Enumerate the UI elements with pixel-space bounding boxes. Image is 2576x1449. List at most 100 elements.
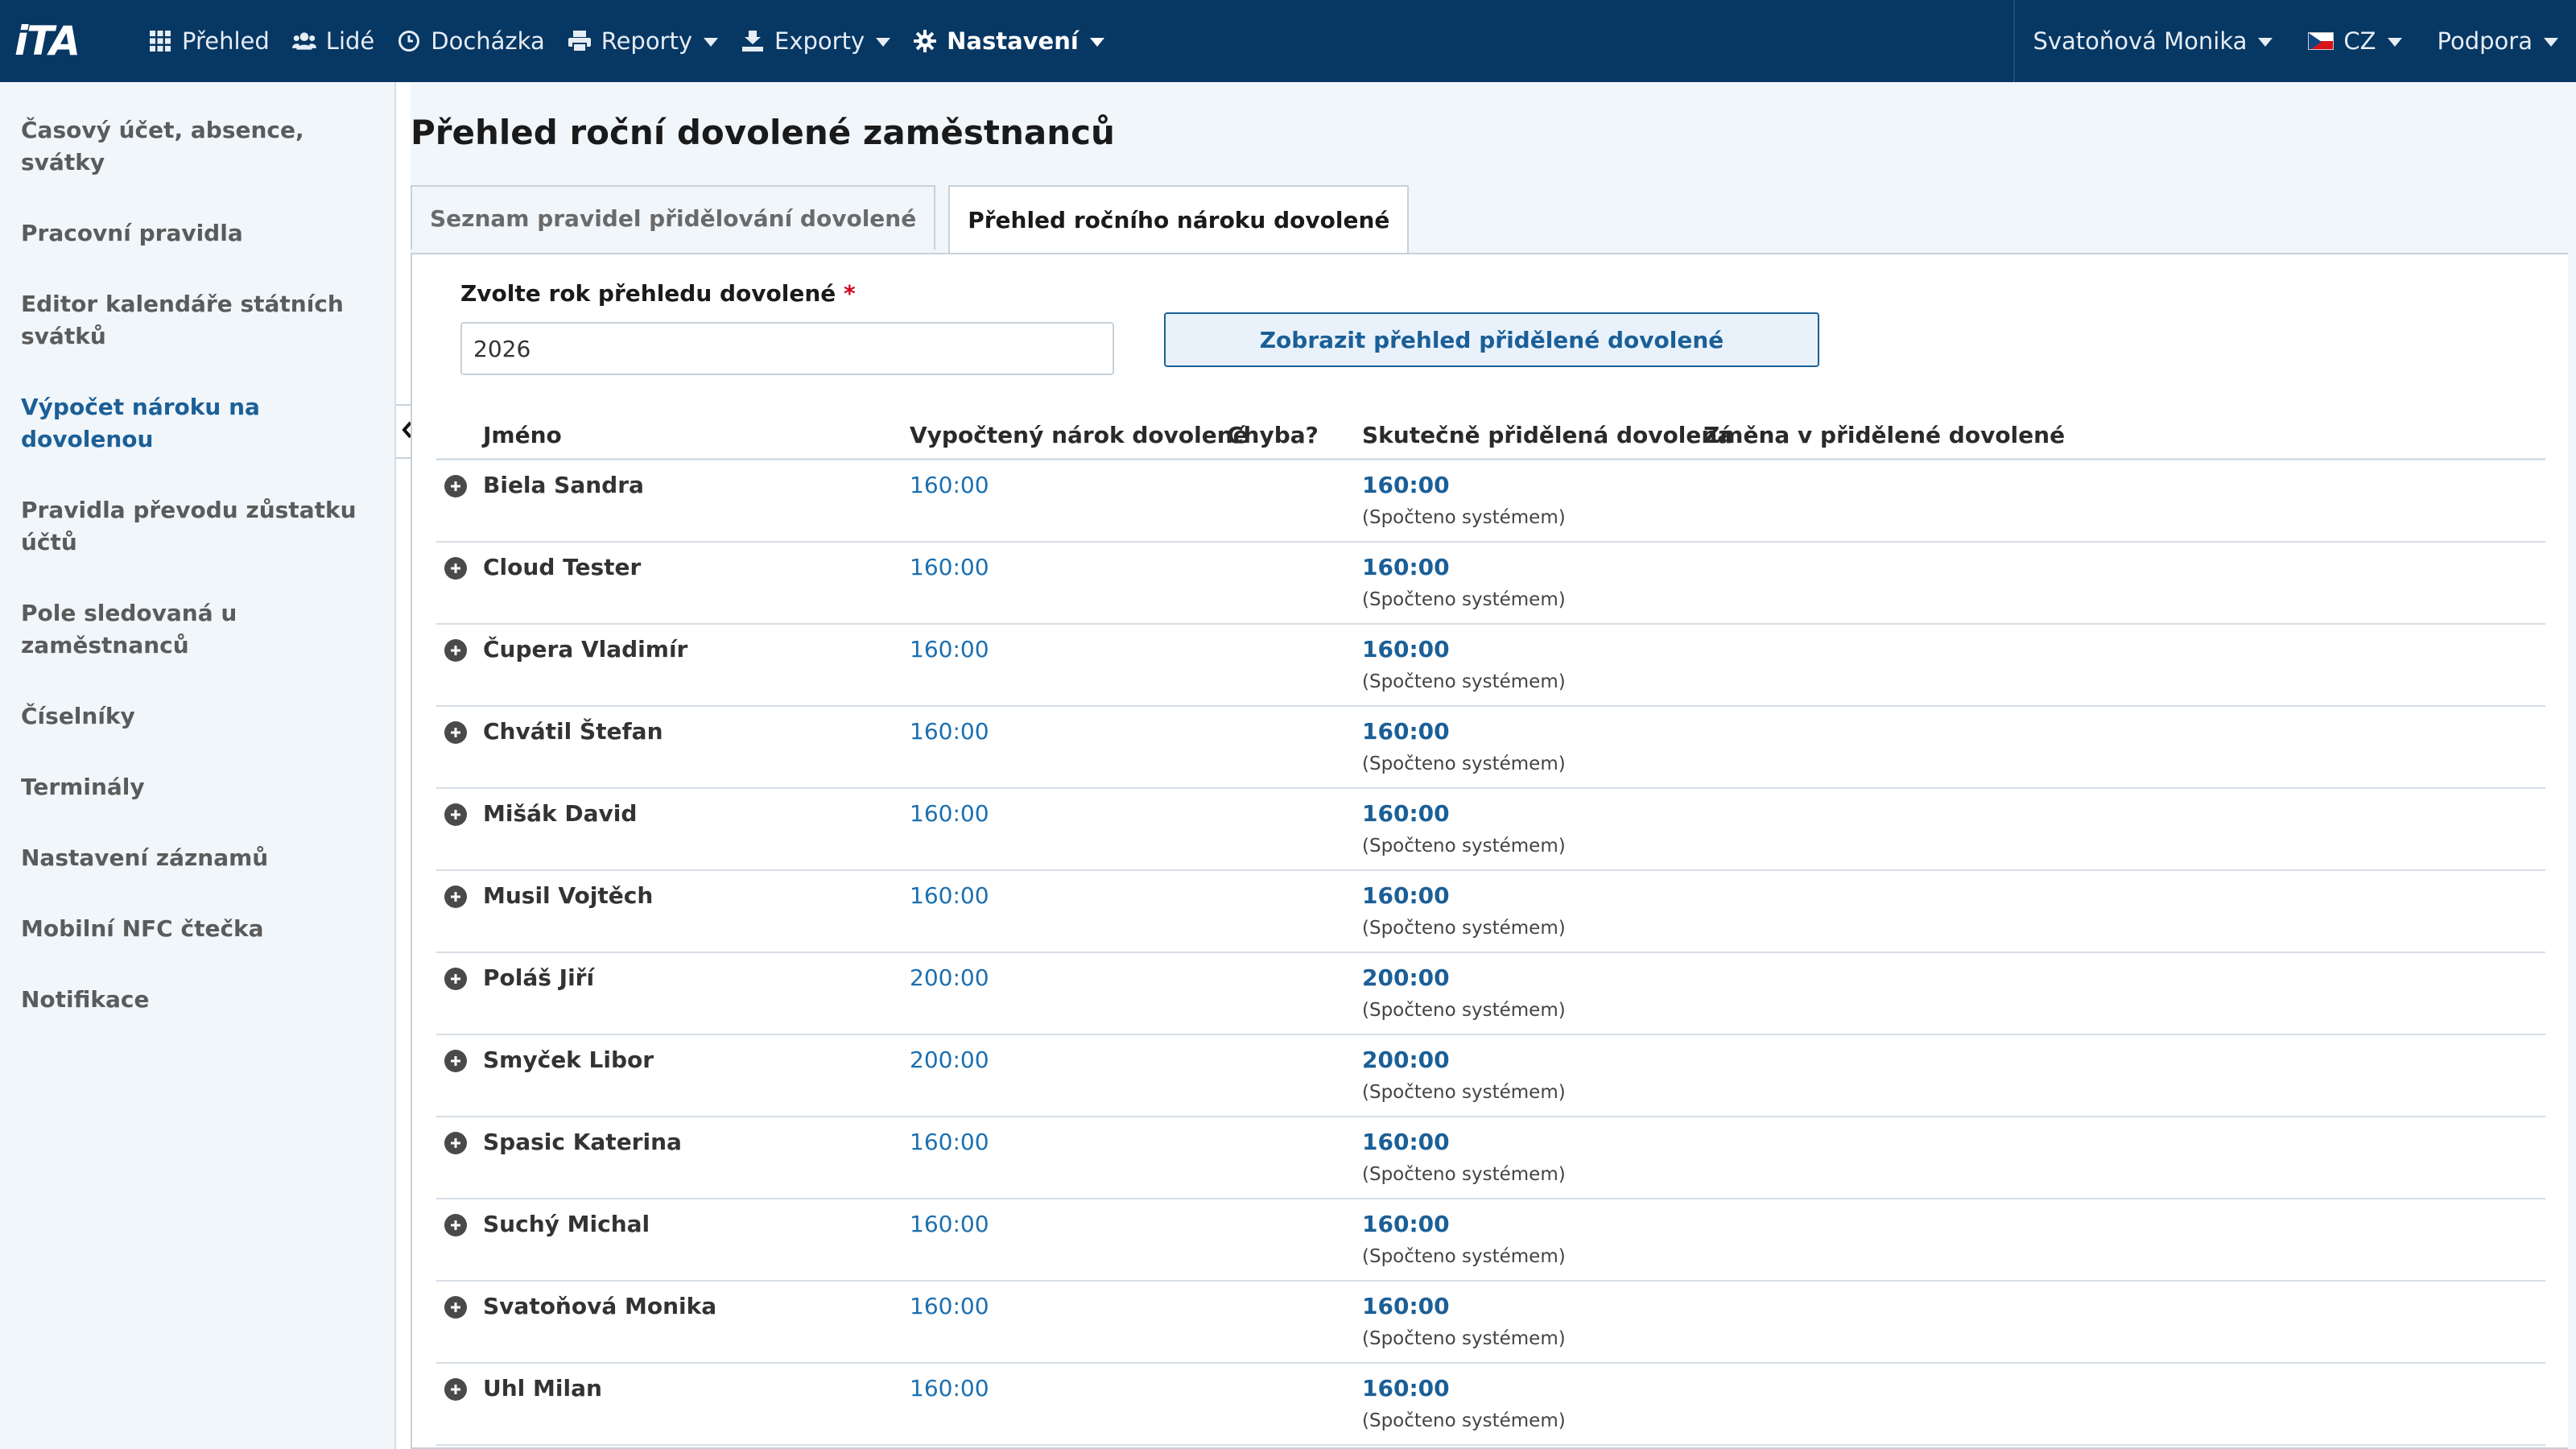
actual-entitlement-link[interactable]: 160:00 xyxy=(1362,636,1450,663)
sidebar-item-mobilni-nfc[interactable]: Mobilní NFC čtečka xyxy=(0,913,394,945)
tab-bar: Seznam pravidel přidělování dovolené Pře… xyxy=(411,185,1422,253)
sidebar-item-casovy-ucet[interactable]: Časový účet, absence, svátky xyxy=(0,114,394,179)
plus-circle-icon[interactable] xyxy=(444,803,467,826)
page-title: Přehled roční dovolené zaměstnanců xyxy=(411,113,1115,152)
actual-entitlement-link[interactable]: 160:00 xyxy=(1362,1211,1450,1237)
clock-icon xyxy=(397,29,421,53)
column-header-error[interactable]: Chyba? xyxy=(1227,409,1319,460)
column-header-actual[interactable]: Skutečně přidělená dovolená xyxy=(1362,409,1732,460)
nav-label: Docházka xyxy=(431,27,545,55)
column-header-change[interactable]: Změna v přidělené dovolené xyxy=(1703,409,2065,460)
employee-name: Biela Sandra xyxy=(483,472,644,498)
sidebar-item-vypocet-naroku[interactable]: Výpočet nároku na dovolenou xyxy=(0,391,394,456)
plus-circle-icon[interactable] xyxy=(444,968,467,990)
actual-entitlement-link[interactable]: 160:00 xyxy=(1362,718,1450,745)
logo-text: iTA xyxy=(14,18,80,64)
calculated-entitlement-link[interactable]: 160:00 xyxy=(910,1211,989,1237)
calculated-by-system-note: (Spočteno systémem) xyxy=(1362,836,1566,857)
table-row: Poláš Jiří 200:00 200:00 (Spočteno systé… xyxy=(436,953,2545,1035)
employee-name: Suchý Michal xyxy=(483,1211,650,1237)
language-menu[interactable]: CZ xyxy=(2290,0,2419,82)
sidebar-item-editor-kalendare[interactable]: Editor kalendáře státních svátků xyxy=(0,288,394,353)
actual-entitlement-link[interactable]: 160:00 xyxy=(1362,800,1450,827)
column-header-name[interactable]: Jméno xyxy=(483,409,562,460)
user-menu[interactable]: Svatoňová Monika xyxy=(2015,0,2290,82)
table-row: Mišák David 160:00 160:00 (Spočteno syst… xyxy=(436,789,2545,871)
calculated-entitlement-link[interactable]: 200:00 xyxy=(910,964,989,991)
nav-item-dochazka[interactable]: Docházka xyxy=(386,0,555,82)
sidebar-item-pravidla-prevodu[interactable]: Pravidla převodu zůstatku účtů xyxy=(0,494,394,559)
actual-entitlement-link[interactable]: 160:00 xyxy=(1362,1129,1450,1155)
sidebar-item-pracovni-pravidla[interactable]: Pracovní pravidla xyxy=(0,217,394,250)
calculated-entitlement-link[interactable]: 160:00 xyxy=(910,800,989,827)
calculated-entitlement-link[interactable]: 160:00 xyxy=(910,636,989,663)
app-logo[interactable]: iTA xyxy=(0,0,137,82)
plus-circle-icon[interactable] xyxy=(444,1132,467,1154)
support-label: Podpora xyxy=(2437,27,2533,55)
actual-entitlement-link[interactable]: 160:00 xyxy=(1362,1293,1450,1319)
nav-label: Exporty xyxy=(774,27,865,55)
main-content: Přehled roční dovolené zaměstnanců Sezna… xyxy=(411,82,2576,1449)
plus-circle-icon[interactable] xyxy=(444,1050,467,1072)
year-label-text: Zvolte rok přehledu dovolené xyxy=(460,280,836,307)
nav-label: Nastavení xyxy=(947,27,1079,55)
employee-name: Musil Vojtěch xyxy=(483,882,654,909)
sidebar-item-ciselniky[interactable]: Číselníky xyxy=(0,700,394,733)
table-row: Cloud Tester 160:00 160:00 (Spočteno sys… xyxy=(436,543,2545,625)
plus-circle-icon[interactable] xyxy=(444,886,467,908)
actual-entitlement-link[interactable]: 160:00 xyxy=(1362,554,1450,580)
nav-item-lide[interactable]: Lidé xyxy=(281,0,386,82)
year-input[interactable] xyxy=(460,322,1114,375)
support-menu[interactable]: Podpora xyxy=(2420,0,2576,82)
table-row: Chvátil Štefan 160:00 160:00 (Spočteno s… xyxy=(436,707,2545,789)
column-header-calculated[interactable]: Vypočtený nárok dovolené xyxy=(910,409,1249,460)
sidebar-item-notifikace[interactable]: Notifikace xyxy=(0,984,394,1016)
chevron-down-icon xyxy=(1089,37,1104,47)
show-overview-button[interactable]: Zobrazit přehled přidělené dovolené xyxy=(1164,312,1819,367)
sidebar-item-pole-sledovana[interactable]: Pole sledovaná u zaměstnanců xyxy=(0,597,394,662)
actual-entitlement-link[interactable]: 200:00 xyxy=(1362,1046,1450,1073)
tab-prehled-narok[interactable]: Přehled ročního nároku dovolené xyxy=(948,185,1410,253)
plus-circle-icon[interactable] xyxy=(444,1214,467,1236)
calculated-entitlement-link[interactable]: 160:00 xyxy=(910,882,989,909)
tab-seznam-pravidel[interactable]: Seznam pravidel přidělování dovolené xyxy=(411,185,936,250)
nav-label: Přehled xyxy=(182,27,270,55)
plus-circle-icon[interactable] xyxy=(444,639,467,662)
nav-item-reporty[interactable]: Reporty xyxy=(556,0,729,82)
nav-item-nastaveni[interactable]: Nastavení xyxy=(902,0,1116,82)
calculated-by-system-note: (Spočteno systémem) xyxy=(1362,1246,1566,1267)
actual-entitlement-link[interactable]: 200:00 xyxy=(1362,964,1450,991)
plus-circle-icon[interactable] xyxy=(444,475,467,497)
employee-name: Svatoňová Monika xyxy=(483,1293,717,1319)
calculated-entitlement-link[interactable]: 160:00 xyxy=(910,1375,989,1402)
user-name: Svatoňová Monika xyxy=(2033,27,2248,55)
actual-entitlement-link[interactable]: 160:00 xyxy=(1362,882,1450,909)
calculated-entitlement-link[interactable]: 160:00 xyxy=(910,1293,989,1319)
nav-item-prehled[interactable]: Přehled xyxy=(137,0,281,82)
calculated-entitlement-link[interactable]: 160:00 xyxy=(910,718,989,745)
calculated-by-system-note: (Spočteno systémem) xyxy=(1362,1410,1566,1431)
czech-flag-icon xyxy=(2308,32,2334,50)
calculated-by-system-note: (Spočteno systémem) xyxy=(1362,918,1566,939)
grid-icon xyxy=(148,29,172,53)
nav-item-exporty[interactable]: Exporty xyxy=(729,0,902,82)
chevron-down-icon xyxy=(2387,37,2402,47)
plus-circle-icon[interactable] xyxy=(444,1378,467,1401)
settings-sidebar: Časový účet, absence, svátky Pracovní pr… xyxy=(0,82,396,1449)
plus-circle-icon[interactable] xyxy=(444,1296,467,1319)
calculated-entitlement-link[interactable]: 200:00 xyxy=(910,1046,989,1073)
employee-name: Chvátil Štefan xyxy=(483,718,663,745)
calculated-entitlement-link[interactable]: 160:00 xyxy=(910,1129,989,1155)
calculated-entitlement-link[interactable]: 160:00 xyxy=(910,472,989,498)
calculated-entitlement-link[interactable]: 160:00 xyxy=(910,554,989,580)
employee-name: Čupera Vladimír xyxy=(483,636,688,663)
plus-circle-icon[interactable] xyxy=(444,557,467,580)
export-icon xyxy=(741,29,765,53)
plus-circle-icon[interactable] xyxy=(444,721,467,744)
sidebar-item-nastaveni-zaznamu[interactable]: Nastavení záznamů xyxy=(0,842,394,874)
sidebar-item-terminaly[interactable]: Terminály xyxy=(0,771,394,803)
actual-entitlement-link[interactable]: 160:00 xyxy=(1362,472,1450,498)
actual-entitlement-link[interactable]: 160:00 xyxy=(1362,1375,1450,1402)
top-navbar: iTA Přehled Lidé Docházka Reporty Export… xyxy=(0,0,2576,82)
calculated-by-system-note: (Spočteno systémem) xyxy=(1362,507,1566,528)
